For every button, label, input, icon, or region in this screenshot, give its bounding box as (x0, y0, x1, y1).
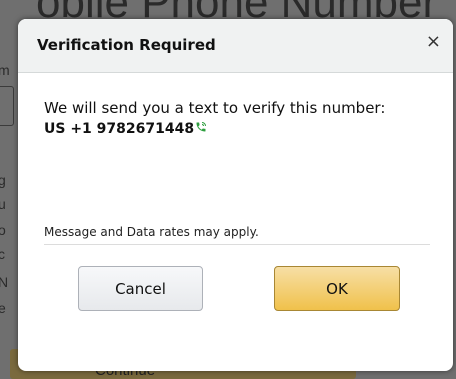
verification-modal: Verification Required × We will send you… (18, 19, 453, 371)
background-text-fragment: m (0, 62, 10, 78)
background-input (0, 86, 14, 126)
divider (44, 244, 430, 245)
phone-number: US +1 9782671448 (44, 121, 195, 137)
phone-icon (195, 121, 207, 133)
background-text-fragment: g (0, 172, 6, 188)
rates-note: Message and Data rates may apply. (44, 225, 259, 239)
modal-body: We will send you a text to verify this n… (44, 97, 434, 137)
cancel-button[interactable]: Cancel (78, 266, 203, 311)
background-text-fragment: u (0, 196, 6, 212)
ok-button[interactable]: OK (274, 266, 400, 311)
modal-header: Verification Required × (18, 19, 453, 73)
phone-number-line: US +1 9782671448 (44, 121, 434, 137)
verification-message: We will send you a text to verify this n… (44, 99, 386, 117)
close-icon[interactable]: × (426, 33, 441, 51)
background-text-fragment: o (0, 222, 6, 238)
background-text-fragment: c (0, 246, 5, 262)
background-text-fragment: N (0, 274, 9, 290)
background-text-fragment: e (0, 300, 6, 316)
modal-title: Verification Required (37, 36, 216, 54)
